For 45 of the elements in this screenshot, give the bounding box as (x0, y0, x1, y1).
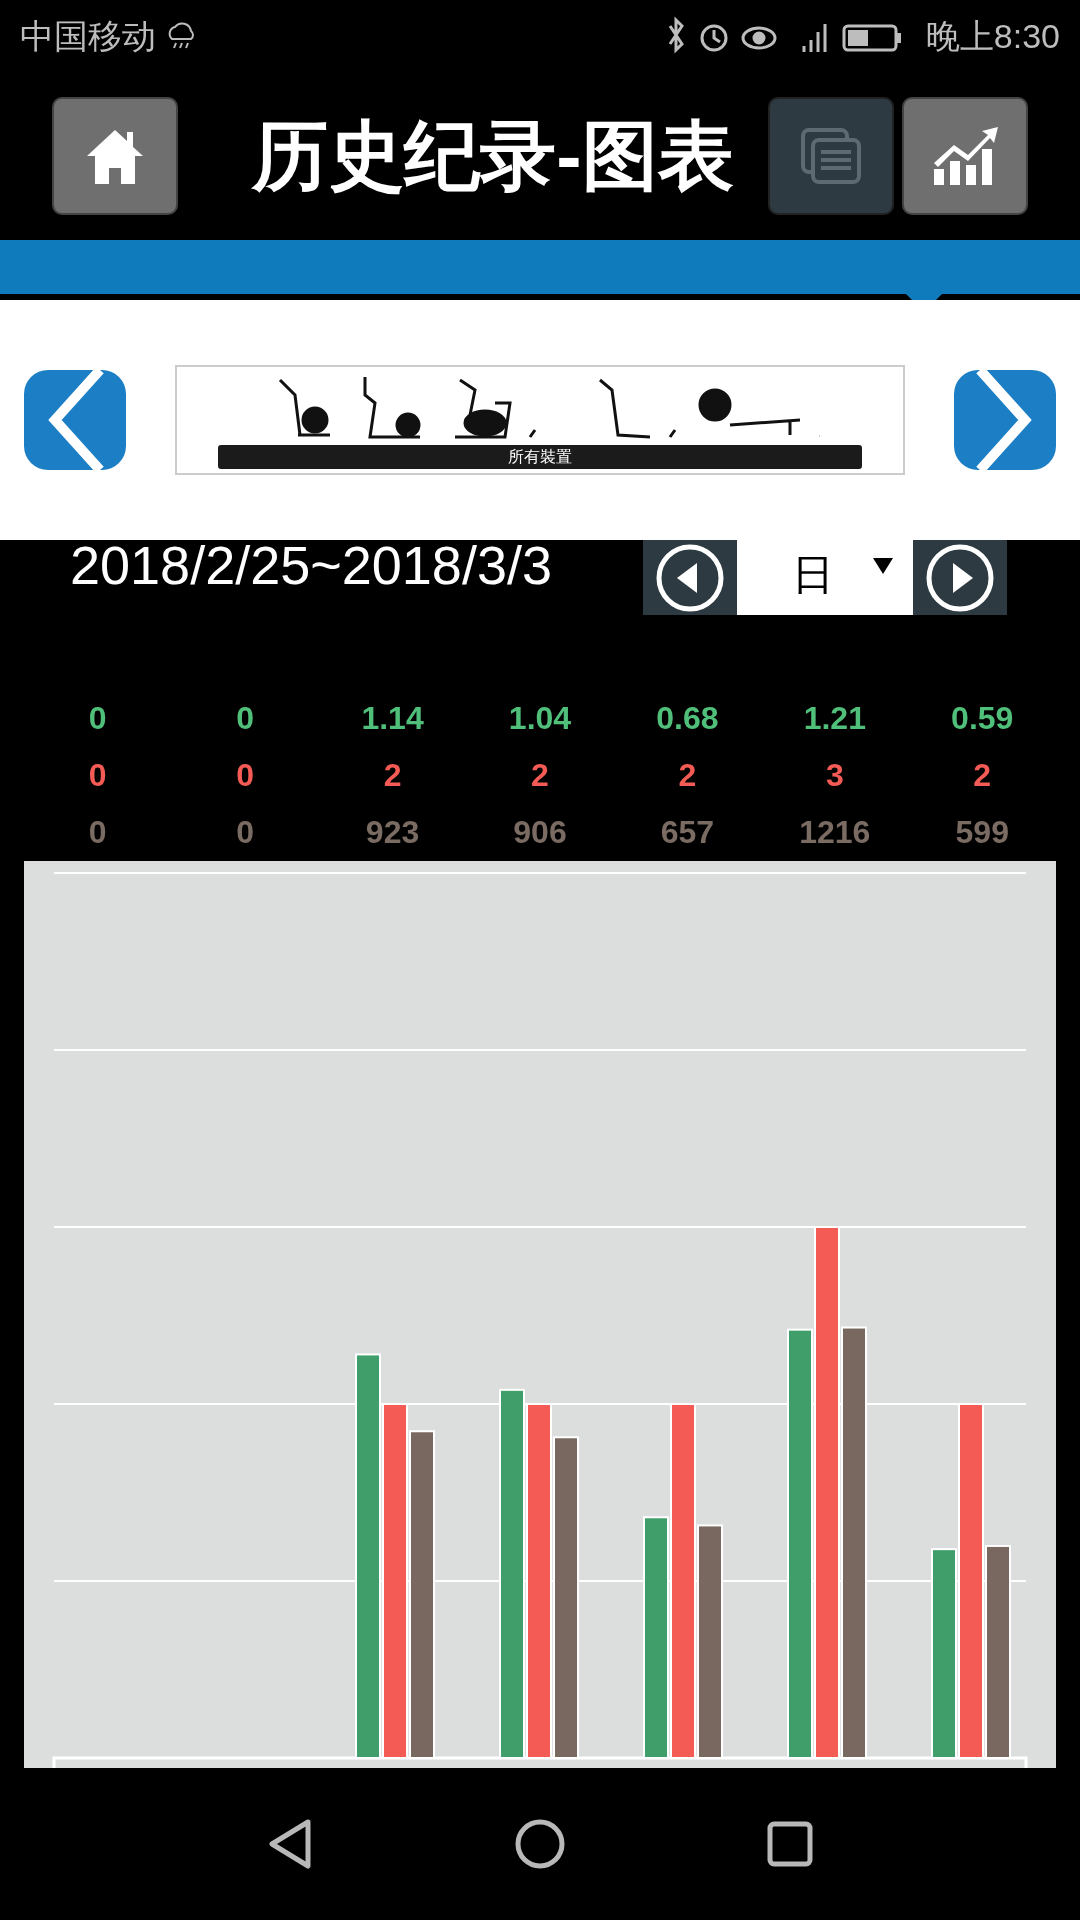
next-period-button[interactable] (913, 540, 1007, 615)
chart-view-button[interactable] (902, 97, 1028, 215)
stat-value: 1.14 (361, 700, 424, 737)
device-selector[interactable]: 所有裝置 (175, 365, 905, 475)
stat-value: 0.59 (951, 700, 1014, 737)
stat-value: 599 (955, 814, 1009, 851)
device-label: 所有裝置 (218, 445, 862, 469)
stat-value: 0 (236, 757, 255, 794)
previous-device-button[interactable] (24, 370, 126, 470)
list-view-button[interactable] (768, 97, 894, 215)
carrier-name: 中国移动 (20, 15, 156, 57)
stat-value: 0 (236, 814, 255, 851)
stat-value: 1216 (799, 814, 871, 851)
clock-time: 晚上8:30 (925, 15, 1060, 57)
circle-right-icon (925, 542, 995, 613)
page-title: 历史纪录-图表 (250, 112, 735, 200)
stat-value: 906 (513, 814, 567, 851)
stat-value: 0 (236, 700, 255, 737)
stat-value: 0.68 (656, 700, 719, 737)
back-icon (266, 1818, 314, 1870)
stat-value: 3 (825, 757, 844, 794)
stat-value: 923 (365, 814, 420, 851)
stat-value: 2 (678, 757, 697, 794)
stat-value: 0 (88, 814, 107, 851)
stat-value: 2 (383, 757, 402, 794)
recent-apps-button[interactable] (766, 1820, 814, 1868)
square-icon (766, 1820, 814, 1868)
next-device-button[interactable] (954, 370, 1056, 470)
stat-value: 657 (660, 814, 715, 851)
circle-left-icon (655, 542, 725, 613)
stat-value: 2 (531, 757, 549, 794)
stat-value: 2 (973, 757, 992, 794)
previous-period-button[interactable] (643, 540, 737, 615)
dropdown-caret-icon (873, 558, 893, 574)
period-dropdown[interactable]: 日 (737, 540, 913, 615)
stat-value: 0 (88, 757, 107, 794)
home-nav-button[interactable] (514, 1818, 566, 1870)
date-range: 2018/2/25~2018/3/3 (69, 538, 553, 592)
circle-icon (514, 1818, 566, 1870)
stat-value: 1.04 (508, 700, 572, 737)
stat-value: 1.21 (803, 700, 866, 737)
documents-icon (799, 126, 863, 186)
back-button[interactable] (266, 1818, 314, 1870)
home-button[interactable] (52, 97, 178, 215)
stat-value: 0 (88, 700, 107, 737)
